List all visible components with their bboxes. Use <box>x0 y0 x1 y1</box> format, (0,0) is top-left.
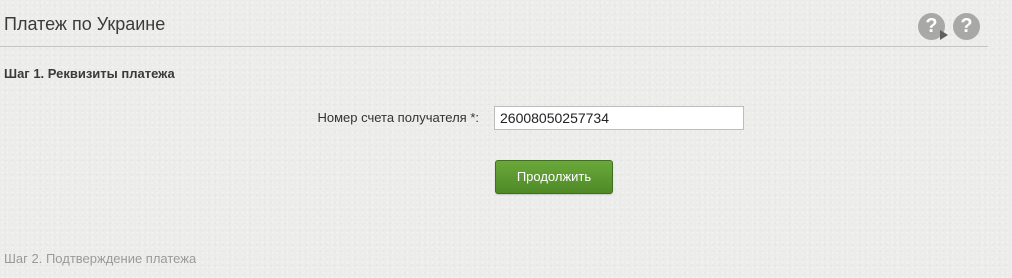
help-icon[interactable]: ? <box>953 13 980 40</box>
help-glyph: ? <box>960 15 973 37</box>
video-help-icon[interactable]: ? <box>918 13 948 40</box>
page-header: Платеж по Украине ? ? <box>0 0 988 47</box>
step1-title: Шаг 1. Реквизиты платежа <box>4 66 175 81</box>
help-icons: ? ? <box>918 13 980 40</box>
play-icon <box>940 30 948 40</box>
payment-page: Платеж по Украине ? ? Шаг 1. Реквизиты п… <box>0 0 1012 278</box>
account-number-input[interactable] <box>494 106 744 130</box>
account-number-label: Номер счета получателя *: <box>317 110 479 125</box>
continue-button[interactable]: Продолжить <box>495 160 613 194</box>
account-form-row: Номер счета получателя *: <box>0 106 1012 130</box>
page-title: Платеж по Украине <box>4 14 166 34</box>
step2-title: Шаг 2. Подтверждение платежа <box>4 251 197 266</box>
video-help-glyph: ? <box>925 15 938 37</box>
